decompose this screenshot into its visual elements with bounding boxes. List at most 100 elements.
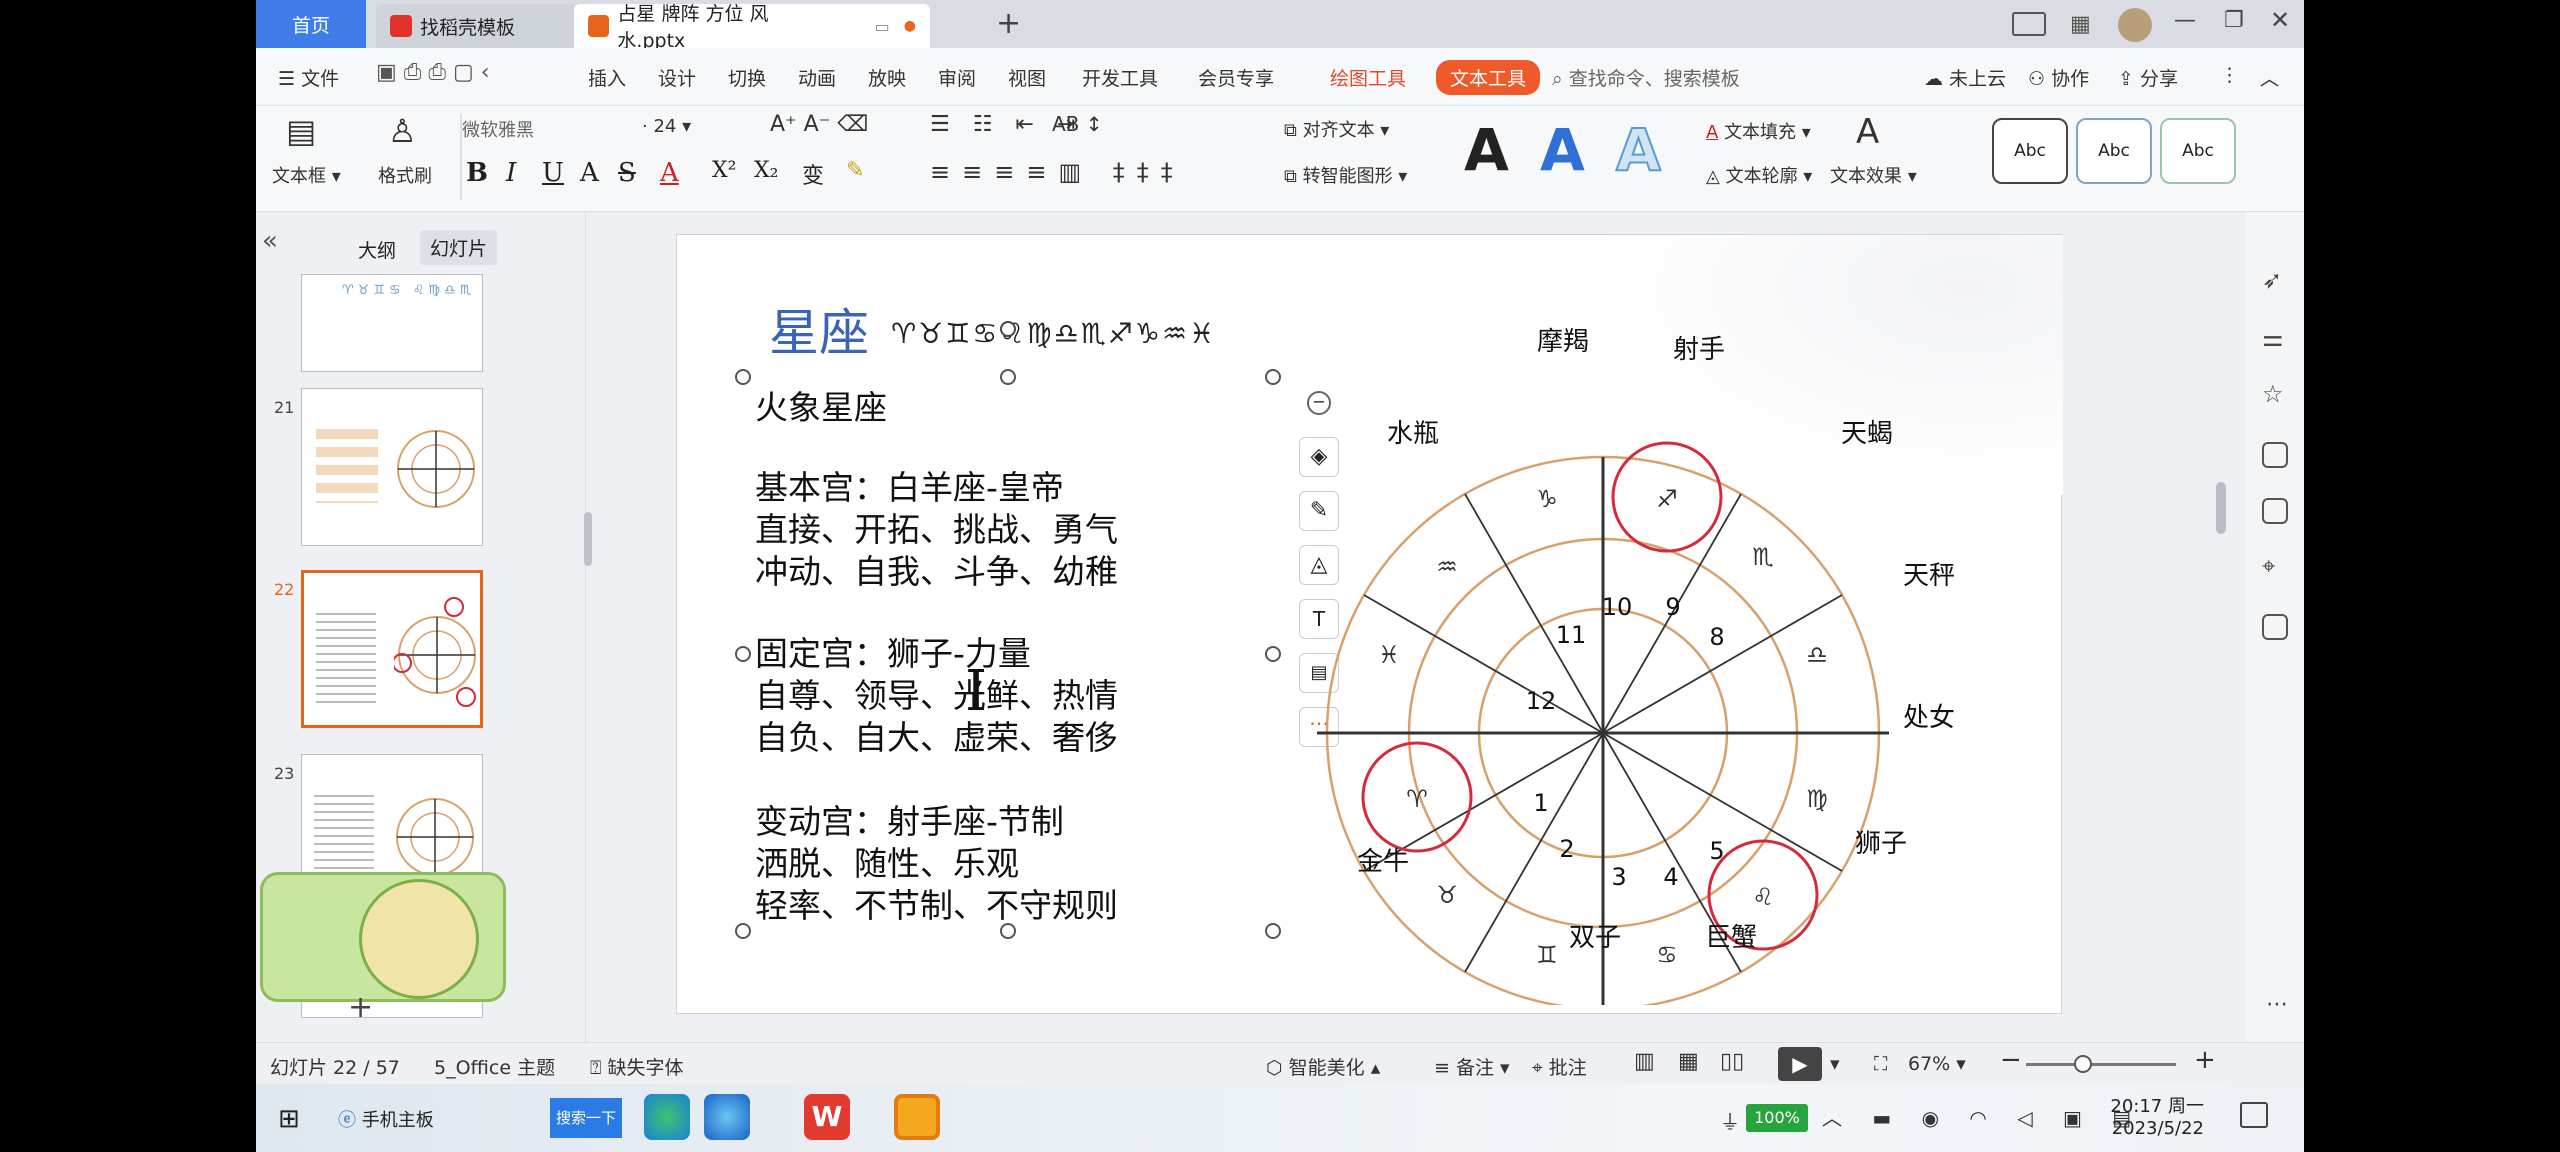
share-button[interactable]: ⇪ 分享	[2118, 64, 2178, 91]
font-grow-shrink-icons[interactable]: A⁺ A⁻ ⌫	[770, 112, 868, 137]
bold-button[interactable]: B	[466, 158, 488, 188]
animation-icon[interactable]	[2262, 442, 2288, 468]
subscript-button[interactable]: X₂	[754, 158, 778, 183]
font-name-select[interactable]: 微软雅黑	[462, 116, 638, 142]
grid-apps-icon[interactable]: ▦	[2070, 12, 2091, 37]
highlight-button[interactable]: ✎	[846, 158, 864, 183]
zoom-in-button[interactable]: +	[2194, 1045, 2216, 1075]
text-style-outline[interactable]: A	[1615, 115, 1662, 185]
zoom-slider-thumb[interactable]	[2074, 1055, 2092, 1073]
notes-button[interactable]: ≡ 备注 ▾	[1434, 1053, 1510, 1080]
play-slideshow-button[interactable]: ▶	[1778, 1047, 1822, 1081]
panel-scrollbar[interactable]	[584, 512, 592, 566]
slide-scrollbar[interactable]	[2216, 226, 2226, 1026]
floating-widget[interactable]	[260, 872, 506, 1002]
file-menu[interactable]: ☰ 文件	[278, 64, 339, 91]
wps-office-icon[interactable]	[894, 1094, 940, 1140]
resize-handle[interactable]	[1000, 369, 1016, 385]
text-fill-button[interactable]: A 文本填充 ▾	[1706, 118, 1811, 144]
notification-icon[interactable]	[2240, 1102, 2268, 1128]
align-text-button[interactable]: ⧉ 对齐文本 ▾	[1284, 116, 1389, 142]
more-tools-icon[interactable]: ⋯	[2266, 992, 2288, 1017]
tab-monitor-icon[interactable]: ▭	[875, 17, 890, 36]
restore-icon[interactable]: ❐	[2224, 8, 2244, 33]
menu-text-tools[interactable]: 文本工具	[1436, 60, 1541, 95]
windows-start-icon[interactable]: ⊞	[278, 1104, 300, 1134]
text-style-black[interactable]: A	[1464, 116, 1509, 184]
reading-view-button[interactable]: ▯▯	[1720, 1049, 1744, 1074]
rotate-handle[interactable]	[1000, 321, 1016, 337]
shadow-button[interactable]: A	[580, 158, 599, 188]
sorter-view-button[interactable]: ▦	[1678, 1049, 1699, 1074]
slide-thumb-21[interactable]	[301, 388, 483, 546]
normal-view-button[interactable]: ▥	[1634, 1049, 1655, 1074]
cloud-status[interactable]: ☁ 未上云	[1924, 64, 2006, 91]
plug-icon[interactable]: ⏚	[1720, 1106, 1740, 1135]
slide-title[interactable]: 星座	[769, 293, 869, 365]
tab-outline[interactable]: 大纲	[358, 236, 396, 263]
command-search[interactable]: ⌕ 查找命令、搜索模板	[1552, 64, 1740, 91]
menu-member[interactable]: 会员专享	[1198, 64, 1274, 91]
textbox-button[interactable]: 文本框 ▾	[272, 162, 341, 188]
collab-button[interactable]: ⚇ 协作	[2028, 64, 2089, 91]
slide-thumb-20[interactable]: ♈♉♊♋ ♌♍♎♏	[301, 274, 483, 372]
beautify-button[interactable]: ⬡ 智能美化 ▴	[1266, 1053, 1380, 1080]
play-options-icon[interactable]: ▾	[1830, 1053, 1840, 1075]
text-effect-button[interactable]: 文本效果 ▾	[1830, 162, 1917, 188]
tab-home[interactable]: 首页	[256, 0, 366, 48]
text-box[interactable]: 火象星座 基本宫：白羊座-皇帝 直接、开拓、挑战、勇气 冲动、自我、斗争、幼稚 …	[735, 321, 1281, 939]
add-slide-icon[interactable]: +	[348, 990, 373, 1025]
tab-template[interactable]: 找稻壳模板	[376, 4, 596, 48]
text-style-blue[interactable]: A	[1540, 116, 1585, 184]
book-icon[interactable]	[2262, 614, 2288, 640]
tab-slides[interactable]: 幻灯片	[420, 230, 498, 265]
rocket-icon[interactable]: ➶	[2262, 266, 2282, 294]
strikethrough-button[interactable]: S	[618, 158, 636, 188]
collapse-ribbon-icon[interactable]: ︿	[2260, 64, 2279, 91]
new-tab-icon[interactable]: +	[996, 6, 1021, 41]
italic-button[interactable]: I	[506, 158, 516, 188]
quick-access-icons[interactable]: ▣ ⎙ ⎙ ▢ ‹	[376, 60, 490, 85]
star-icon[interactable]: ☆	[2262, 380, 2284, 408]
resize-handle[interactable]	[1265, 923, 1281, 939]
image-icon[interactable]	[2262, 498, 2288, 524]
battery-indicator[interactable]: 100%	[1746, 1104, 1808, 1132]
underline-button[interactable]: U	[542, 158, 564, 188]
search-button[interactable]: 搜索一下	[550, 1098, 622, 1138]
menu-animation[interactable]: 动画	[798, 64, 836, 91]
theme-name[interactable]: 5_Office 主题	[434, 1053, 555, 1080]
shape-style-2[interactable]: Abc	[2076, 118, 2152, 184]
clock-time[interactable]: 20:17 周一	[2094, 1092, 2204, 1118]
resize-handle[interactable]	[1265, 369, 1281, 385]
menu-drawing-tools[interactable]: 绘图工具	[1330, 64, 1406, 91]
menu-slideshow[interactable]: 放映	[868, 64, 906, 91]
alignment-buttons[interactable]: ≡≡≡≡▥ ‡‡‡	[930, 158, 1185, 186]
collapse-panel-icon[interactable]: «	[262, 226, 278, 256]
smart-shape-button[interactable]: ⧉ 转智能图形 ▾	[1284, 162, 1407, 188]
ie-taskbar-item[interactable]: ⓔ 手机主板	[338, 1106, 434, 1132]
menu-insert[interactable]: 插入	[588, 64, 626, 91]
font-color-button[interactable]: A	[660, 158, 679, 188]
slide-thumb-22[interactable]	[301, 570, 483, 728]
text-direction-button[interactable]: AB ↕	[1052, 112, 1103, 136]
tab-document[interactable]: 占星 牌阵 方位 风水.pptx ▭ ●	[574, 3, 930, 52]
shape-style-1[interactable]: Abc	[1992, 118, 2068, 184]
shape-style-3[interactable]: Abc	[2160, 118, 2236, 184]
menu-transition[interactable]: 切换	[728, 64, 766, 91]
slide-scrollbar-thumb[interactable]	[2216, 482, 2226, 534]
minimize-icon[interactable]: —	[2174, 8, 2196, 33]
zodiac-symbol-row[interactable]: ♈♉♊♋♌♍♎♏♐♑♒♓	[891, 317, 1216, 350]
resize-handle[interactable]	[735, 369, 751, 385]
more-icon[interactable]: ⋮	[2220, 64, 2239, 86]
edge-legacy-icon[interactable]	[704, 1094, 750, 1140]
superscript-button[interactable]: X²	[712, 158, 736, 183]
font-size-select[interactable]: · 24 ▾	[642, 116, 722, 137]
menu-review[interactable]: 审阅	[938, 64, 976, 91]
missing-font-button[interactable]: ⍰ 缺失字体	[590, 1053, 683, 1080]
clock-date[interactable]: 2023/5/22	[2094, 1118, 2204, 1139]
comments-button[interactable]: ⌖ 批注	[1532, 1053, 1587, 1080]
resize-handle[interactable]	[735, 923, 751, 939]
avatar[interactable]	[2118, 8, 2152, 42]
location-icon[interactable]: ⌖	[2262, 552, 2276, 580]
format-painter-button[interactable]: 格式刷	[378, 162, 432, 188]
